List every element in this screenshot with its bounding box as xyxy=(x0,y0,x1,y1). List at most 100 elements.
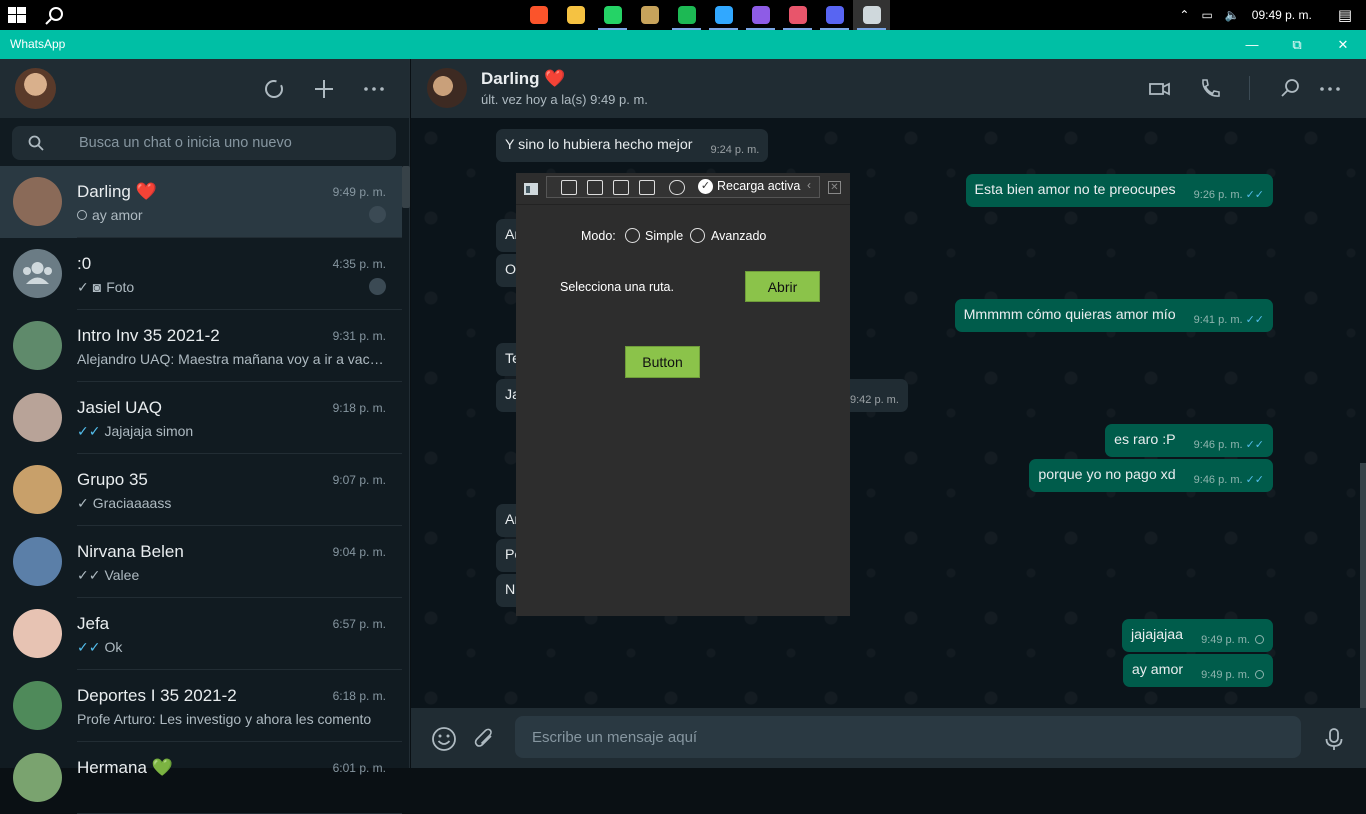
chat-name: Jasiel UAQ xyxy=(77,398,163,417)
generic-button[interactable]: Button xyxy=(625,346,700,378)
outgoing-message[interactable]: Esta bien amor no te preocupes 9:26 p. m.… xyxy=(965,174,1273,207)
search-input[interactable] xyxy=(77,126,377,160)
chat-list-item[interactable]: Jasiel UAQ 9:18 p. m. ✓✓ Jajajaja simon xyxy=(0,382,402,454)
read-ticks-icon: ✓✓ xyxy=(1245,314,1264,326)
chat-time: 6:57 p. m. xyxy=(332,617,386,631)
contact-avatar[interactable] xyxy=(427,68,467,108)
app-icon xyxy=(524,183,538,195)
message-input[interactable] xyxy=(515,716,1301,758)
menu-icon[interactable] xyxy=(362,77,386,101)
microphone-icon[interactable] xyxy=(1321,726,1347,752)
notifications-icon[interactable]: ▤ xyxy=(1338,6,1352,24)
radio-advanced[interactable] xyxy=(690,228,705,243)
taskbar-app[interactable] xyxy=(742,0,779,30)
taskbar-app[interactable] xyxy=(853,0,890,30)
chat-list-item[interactable]: Intro Inv 35 2021-2 9:31 p. m. Alejandro U… xyxy=(0,310,402,382)
layout-adorner-icon[interactable] xyxy=(613,180,629,195)
taskbar-app[interactable] xyxy=(668,0,705,30)
path-label: Selecciona una ruta. xyxy=(560,280,674,294)
file-explorer-icon xyxy=(566,6,585,24)
close-button[interactable]: ✕ xyxy=(1320,30,1366,59)
voice-call-icon[interactable] xyxy=(1198,77,1222,101)
chevron-up-icon[interactable]: ⌃ xyxy=(1179,8,1189,22)
open-button[interactable]: Abrir xyxy=(745,271,820,302)
chat-list-item[interactable]: Deportes I 35 2021-2 6:18 p. m. Profe Artu… xyxy=(0,670,402,742)
chat-list-item[interactable]: Jefa 6:57 p. m. ✓✓ Ok xyxy=(0,598,402,670)
clock[interactable]: 09:49 p. m. xyxy=(1252,8,1312,22)
chat-list-item[interactable]: Grupo 35 9:07 p. m. ✓ Graciaaaass xyxy=(0,454,402,526)
chat-name: Darling ❤️ xyxy=(77,182,157,201)
radio-advanced-label[interactable]: Avanzado xyxy=(711,229,766,243)
new-chat-icon[interactable] xyxy=(312,77,336,101)
pointer-icon[interactable] xyxy=(587,180,603,195)
chat-list-item[interactable]: Nirvana Belen 9:04 p. m. ✓✓ Valee xyxy=(0,526,402,598)
attach-icon[interactable] xyxy=(472,726,498,752)
close-icon[interactable]: ✕ xyxy=(828,181,841,194)
chat-list-item[interactable]: :0 4:35 p. m. ✓ ◙ Foto xyxy=(0,238,402,310)
search-icon[interactable] xyxy=(44,6,64,26)
outgoing-message[interactable]: porque yo no pago xd 9:46 p. m. ✓✓ xyxy=(1029,459,1273,492)
chat-preview-text: Graciaaaass xyxy=(92,495,172,511)
contact-name[interactable]: Darling ❤️ xyxy=(481,69,565,89)
chat-preview-text: Jajajaja simon xyxy=(104,423,194,439)
my-avatar[interactable] xyxy=(15,68,56,109)
collapse-icon[interactable]: ‹ xyxy=(807,178,811,192)
chat-list-item[interactable]: Hermana 💚 6:01 p. m. xyxy=(0,742,402,814)
taskbar-app[interactable] xyxy=(520,0,557,30)
header-divider xyxy=(1249,76,1250,100)
volume-icon[interactable]: 🔈 xyxy=(1225,8,1240,22)
taskbar-app[interactable] xyxy=(779,0,816,30)
chat-time: 9:49 p. m. xyxy=(332,185,386,199)
radio-simple-label[interactable]: Simple xyxy=(645,229,683,243)
brave-icon xyxy=(529,6,548,24)
whatsapp-icon xyxy=(603,6,622,24)
status-icon[interactable] xyxy=(262,77,286,101)
outgoing-message[interactable]: jajajajaa 9:49 p. m. xyxy=(1122,619,1273,652)
sent-tick-icon: ✓ xyxy=(77,279,89,295)
pin-icon xyxy=(369,206,386,223)
spotify-icon xyxy=(677,6,696,24)
windows-taskbar: ⌃ ▭ 🔈 09:49 p. m. ▤ xyxy=(0,0,1366,30)
outgoing-message[interactable]: es raro :P 9:46 p. m. ✓✓ xyxy=(1105,424,1273,457)
emoji-icon[interactable] xyxy=(431,726,457,752)
taskbar-app[interactable] xyxy=(705,0,742,30)
select-element-icon[interactable] xyxy=(561,180,577,195)
video-call-icon[interactable] xyxy=(1148,77,1172,101)
clock-icon xyxy=(1255,670,1264,679)
search-icon[interactable] xyxy=(1278,77,1302,101)
tool-toolbar: ✓ Recarga activa ‹ ✕ xyxy=(516,173,850,205)
chat-list-item[interactable]: Darling ❤️ 9:49 p. m. ay amor xyxy=(0,166,402,238)
outgoing-message[interactable]: Mmmmm cómo quieras amor mío 9:41 p. m. ✓✓ xyxy=(954,299,1273,332)
chat-scrollbar[interactable] xyxy=(1360,463,1366,708)
window-titlebar: WhatsApp — ⧉ ✕ xyxy=(0,30,1366,59)
chat-preview: ✓✓ Ok xyxy=(77,639,387,656)
pin-icon xyxy=(369,278,386,295)
chat-preview: Profe Arturo: Les investigo y ahora les … xyxy=(77,711,387,727)
chat-preview: ✓✓ Valee xyxy=(77,567,387,584)
message-text: Y sino lo hubiera hecho mejor xyxy=(505,137,693,153)
track-focus-icon[interactable] xyxy=(639,180,655,195)
outgoing-message[interactable]: ay amor 9:49 p. m. xyxy=(1122,654,1273,687)
taskbar-app[interactable] xyxy=(594,0,631,30)
taskbar-app[interactable] xyxy=(557,0,594,30)
read-ticks-icon: ✓✓ xyxy=(1245,474,1264,486)
taskbar-app[interactable] xyxy=(631,0,668,30)
clock-icon xyxy=(1255,635,1264,644)
sidebar-scrollbar[interactable] xyxy=(402,166,410,208)
windows-start-icon[interactable] xyxy=(8,7,26,23)
conversation-header[interactable]: Darling ❤️ últ. vez hoy a la(s) 9:49 p. … xyxy=(411,59,1366,118)
chat-name: Intro Inv 35 2021-2 xyxy=(77,326,220,345)
incoming-message[interactable]: Y sino lo hubiera hecho mejor 9:24 p. m. xyxy=(496,129,769,162)
radio-simple[interactable] xyxy=(625,228,640,243)
binding-failures-icon[interactable] xyxy=(669,180,685,195)
network-icon[interactable]: ▭ xyxy=(1201,8,1212,22)
message-time: 9:46 p. m. xyxy=(1193,474,1243,486)
read-ticks-icon: ✓✓ xyxy=(1245,189,1264,201)
menu-icon[interactable] xyxy=(1318,77,1342,101)
minimize-button[interactable]: — xyxy=(1229,30,1275,59)
message-text: porque yo no pago xd xyxy=(1038,467,1176,483)
taskbar-app[interactable] xyxy=(816,0,853,30)
maximize-button[interactable]: ⧉ xyxy=(1274,30,1320,59)
message-text: es raro :P xyxy=(1114,432,1176,448)
reload-label[interactable]: Recarga activa xyxy=(717,179,800,193)
